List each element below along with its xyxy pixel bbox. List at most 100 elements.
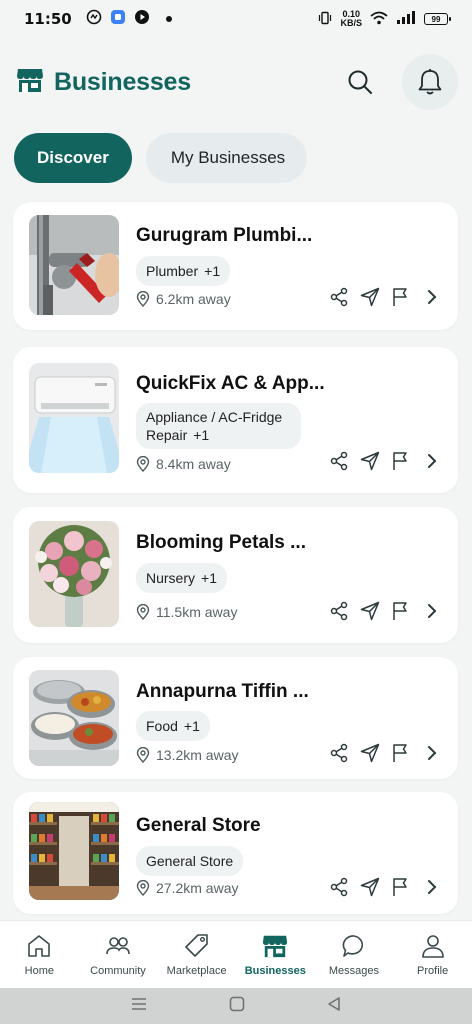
business-card[interactable]: QuickFix AC & App... Appliance / AC-Frid… xyxy=(13,347,458,493)
home-square-icon[interactable] xyxy=(229,996,245,1017)
flag-icon[interactable] xyxy=(391,451,411,471)
distance-info: 6.2km away xyxy=(136,291,231,307)
nav-businesses[interactable]: Businesses xyxy=(236,933,314,977)
chevron-right-icon[interactable] xyxy=(422,601,442,621)
chevron-right-icon[interactable] xyxy=(422,451,442,471)
distance-label: 11.5km away xyxy=(156,604,238,620)
notifications-button[interactable] xyxy=(402,54,458,110)
location-pin-icon xyxy=(136,604,150,620)
category-chip: Appliance / AC-Fridge Repair +1 xyxy=(136,403,301,449)
location-pin-icon xyxy=(136,747,150,763)
category-label: Nursery xyxy=(146,570,196,586)
nav-profile[interactable]: Profile xyxy=(394,933,472,977)
bell-icon xyxy=(418,69,442,95)
status-time: 11:50 xyxy=(24,10,72,28)
nav-messages-label: Messages xyxy=(328,965,380,977)
card-actions xyxy=(329,287,442,307)
business-card[interactable]: General Store General Store 27.2km away xyxy=(13,792,458,914)
tab-discover[interactable]: Discover xyxy=(14,133,132,183)
nav-messages[interactable]: Messages xyxy=(315,933,393,977)
chevron-right-icon[interactable] xyxy=(422,743,442,763)
vibrate-icon xyxy=(318,11,332,28)
search-button[interactable] xyxy=(332,54,388,110)
category-chip: Nursery +1 xyxy=(136,563,227,593)
flag-icon[interactable] xyxy=(391,877,411,897)
flower-bouquet-image xyxy=(29,521,119,627)
business-card[interactable]: Annapurna Tiffin ... Food +1 13.2km away xyxy=(13,657,458,779)
tiffin-box-image xyxy=(29,670,119,766)
flag-icon[interactable] xyxy=(391,743,411,763)
store-shelves-image xyxy=(29,802,119,900)
air-conditioner-image xyxy=(29,363,119,473)
nav-home-label: Home xyxy=(24,965,54,977)
card-actions xyxy=(329,877,442,897)
share-icon[interactable] xyxy=(329,601,349,621)
chevron-right-icon[interactable] xyxy=(422,287,442,307)
nav-marketplace[interactable]: Marketplace xyxy=(158,933,236,977)
tag-icon xyxy=(184,934,208,957)
signal-icon xyxy=(396,10,416,28)
battery-icon: 99 xyxy=(424,13,451,25)
location-pin-icon xyxy=(136,456,150,472)
search-icon xyxy=(348,70,372,94)
business-name: Annapurna Tiffin ... xyxy=(136,681,309,702)
card-actions xyxy=(329,743,442,763)
nav-marketplace-label: Marketplace xyxy=(166,965,227,977)
network-speed: 0.10 KB/S xyxy=(340,10,362,28)
store-logo-icon xyxy=(16,67,44,98)
store-icon xyxy=(263,935,288,958)
nav-profile-label: Profile xyxy=(417,965,449,977)
share-icon[interactable] xyxy=(329,877,349,897)
business-card[interactable]: Gurugram Plumbi... Plumber +1 6.2km away xyxy=(13,202,458,330)
distance-info: 27.2km away xyxy=(136,880,238,896)
send-icon[interactable] xyxy=(360,877,380,897)
tab-my-businesses[interactable]: My Businesses xyxy=(145,133,308,183)
nav-community-label: Community xyxy=(90,965,146,977)
share-icon[interactable] xyxy=(329,743,349,763)
business-name: Gurugram Plumbi... xyxy=(136,225,313,246)
nav-businesses-label: Businesses xyxy=(244,965,306,977)
send-icon[interactable] xyxy=(360,743,380,763)
send-icon[interactable] xyxy=(360,287,380,307)
distance-label: 13.2km away xyxy=(156,747,239,763)
distance-info: 8.4km away xyxy=(136,456,231,472)
business-name: Blooming Petals ... xyxy=(136,532,306,553)
send-icon[interactable] xyxy=(360,451,380,471)
business-tabs: Discover My Businesses xyxy=(14,133,308,183)
chevron-right-icon[interactable] xyxy=(422,877,442,897)
recents-icon[interactable] xyxy=(130,996,148,1017)
app-header: Businesses xyxy=(0,52,472,112)
distance-info: 11.5km away xyxy=(136,604,237,620)
plumber-wrench-image xyxy=(29,215,119,315)
play-icon xyxy=(134,9,150,29)
flag-icon[interactable] xyxy=(391,287,411,307)
back-triangle-icon[interactable] xyxy=(326,996,342,1017)
nav-home[interactable]: Home xyxy=(0,933,78,977)
flag-icon[interactable] xyxy=(391,601,411,621)
send-icon[interactable] xyxy=(360,601,380,621)
system-navigation-bar xyxy=(0,988,472,1024)
share-icon[interactable] xyxy=(329,451,349,471)
share-icon[interactable] xyxy=(329,287,349,307)
category-chip: Plumber +1 xyxy=(136,256,231,286)
more-notifications-dot xyxy=(165,16,172,22)
category-extra-count: +1 xyxy=(193,427,210,443)
app-notification-icon xyxy=(86,9,102,29)
chat-icon xyxy=(342,935,363,957)
distance-info: 13.2km away xyxy=(136,747,238,763)
category-label: Food xyxy=(146,718,178,734)
category-extra-count: +1 xyxy=(204,263,221,279)
network-speed-unit: KB/S xyxy=(340,18,362,28)
distance-label: 6.2km away xyxy=(156,291,231,307)
category-label: Appliance / AC-Fridge Repair xyxy=(146,409,283,443)
category-label: Plumber xyxy=(146,263,199,279)
community-icon xyxy=(106,937,130,955)
business-card[interactable]: Blooming Petals ... Nursery +1 11.5km awa… xyxy=(13,507,458,643)
wifi-icon xyxy=(370,11,388,28)
category-chip: Food +1 xyxy=(136,711,210,741)
business-name: QuickFix AC & App... xyxy=(136,373,325,394)
nav-community[interactable]: Community xyxy=(79,933,157,977)
location-pin-icon xyxy=(136,880,150,896)
bottom-navigation: Home Community Marketplace Businesses Me… xyxy=(0,920,472,988)
category-label: General Store xyxy=(146,853,234,869)
